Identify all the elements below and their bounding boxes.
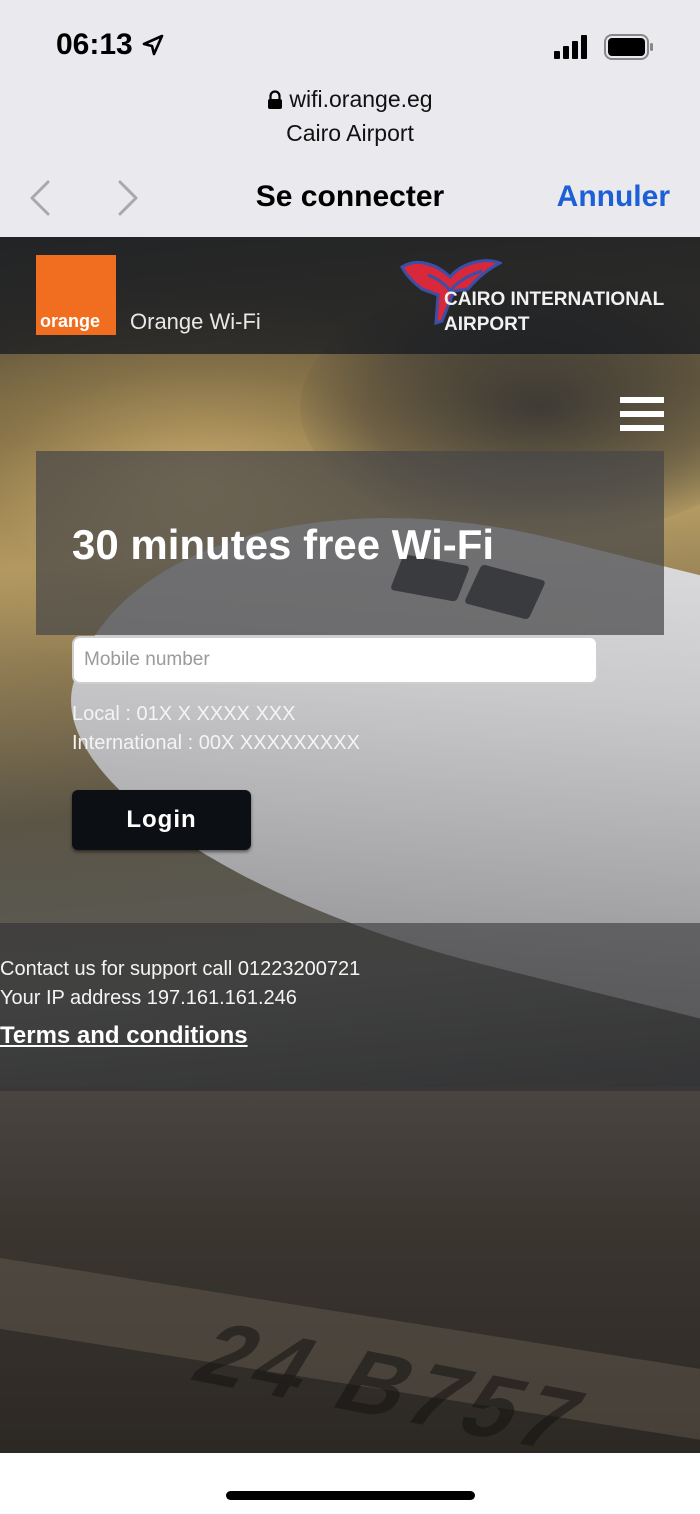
signal-icon (554, 35, 587, 59)
status-icons (554, 34, 654, 60)
portal-url: wifi.orange.eg (0, 86, 700, 113)
portal-page: 24 B757 orange Orange Wi-Fi CAIRO INTERN… (0, 237, 700, 1453)
hero-panel: 30 minutes free Wi-Fi (36, 451, 664, 635)
login-button[interactable]: Login (72, 790, 251, 850)
portal-subtitle: Cairo Airport (286, 120, 414, 146)
brand-header: orange Orange Wi-Fi CAIRO INTERNATIONAL … (0, 237, 700, 354)
portal-url-text: wifi.orange.eg (289, 86, 433, 112)
status-time-label: 06:13 (56, 28, 133, 61)
brand-name: Orange Wi-Fi (130, 309, 261, 334)
support-contact: Contact us for support call 01223200721 (0, 958, 361, 980)
ip-address: Your IP address 197.161.161.246 (0, 987, 297, 1009)
cancel-button[interactable]: Annuler (557, 180, 670, 214)
support-footer: Contact us for support call 01223200721 … (0, 923, 700, 1091)
airport-name-line1: CAIRO INTERNATIONAL (444, 289, 665, 310)
captive-portal-header: 06:13 wifi.orange.eg Cairo Airport Se co… (0, 0, 700, 237)
terms-link[interactable]: Terms and conditions (0, 1022, 248, 1050)
airport-name: CAIRO INTERNATIONAL AIRPORT (444, 287, 664, 337)
home-area (0, 1453, 700, 1514)
hamburger-menu-icon[interactable] (620, 397, 664, 439)
orange-logo: orange (36, 255, 116, 335)
battery-icon (604, 34, 653, 60)
hint-local: Local : 01X X XXXX XXX (72, 703, 296, 725)
hint-international: International : 00X XXXXXXXXX (72, 732, 360, 754)
orange-logo-text: orange (40, 311, 101, 331)
mobile-number-input[interactable] (72, 636, 598, 684)
home-indicator[interactable] (226, 1491, 475, 1500)
airport-name-line2: AIRPORT (444, 314, 530, 335)
lock-icon (268, 89, 283, 109)
status-time: 06:13 (56, 28, 165, 62)
location-arrow-icon (142, 34, 164, 56)
hero-title: 30 minutes free Wi-Fi (72, 521, 495, 568)
